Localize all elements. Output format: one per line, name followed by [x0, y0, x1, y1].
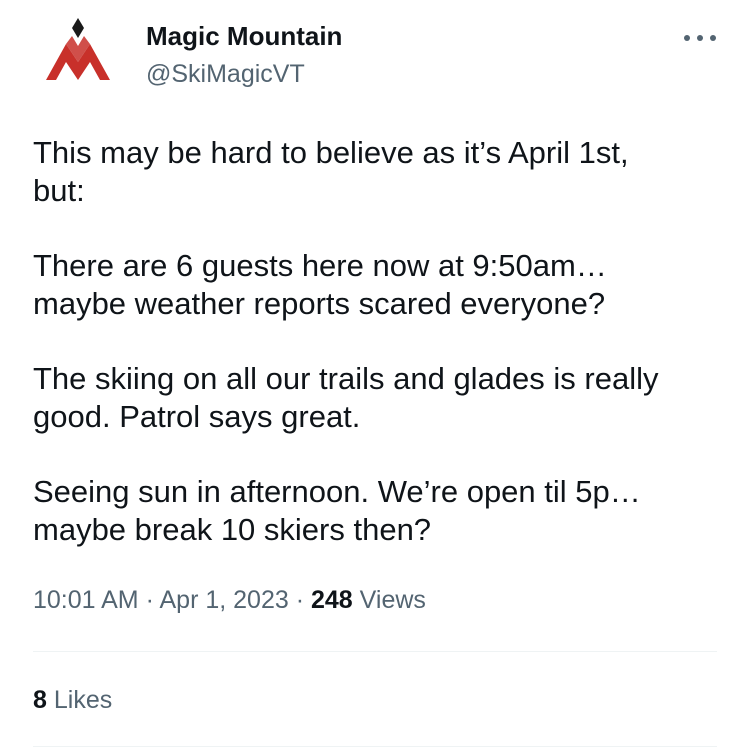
views-label: Views — [359, 586, 426, 614]
meta-separator: · — [145, 586, 154, 614]
tweet-meta: 10:01 AM · Apr 1, 2023 · 248 Views — [33, 582, 426, 618]
tweet-text: This may be hard to believe as it’s Apri… — [33, 134, 723, 548]
tweet-paragraph: Seeing sun in afternoon. We’re open til … — [33, 474, 641, 547]
tweet-paragraph: There are 6 guests here now at 9:50am… m… — [33, 248, 607, 321]
magic-mountain-logo-icon — [46, 18, 110, 80]
tweet-paragraph: This may be hard to believe as it’s Apri… — [33, 135, 629, 208]
avatar[interactable] — [40, 14, 116, 90]
user-handle[interactable]: @SkiMagicVT — [146, 56, 342, 92]
likes-link[interactable]: 8 Likes — [33, 682, 112, 718]
more-options-button[interactable] — [684, 28, 716, 48]
views-count: 248 — [311, 586, 353, 614]
tweet-card: Magic Mountain @SkiMagicVT This may be h… — [0, 0, 750, 751]
divider — [33, 746, 717, 747]
user-info: Magic Mountain @SkiMagicVT — [146, 18, 342, 92]
tweet-date[interactable]: Apr 1, 2023 — [160, 586, 289, 614]
divider — [33, 651, 717, 652]
meta-separator: · — [295, 586, 305, 614]
likes-label: Likes — [53, 686, 113, 714]
more-options-icon — [684, 35, 690, 41]
tweet-paragraph: The skiing on all our trails and glades … — [33, 361, 659, 434]
display-name[interactable]: Magic Mountain — [146, 18, 342, 54]
tweet-time[interactable]: 10:01 AM — [33, 586, 139, 614]
likes-count: 8 — [33, 686, 47, 714]
